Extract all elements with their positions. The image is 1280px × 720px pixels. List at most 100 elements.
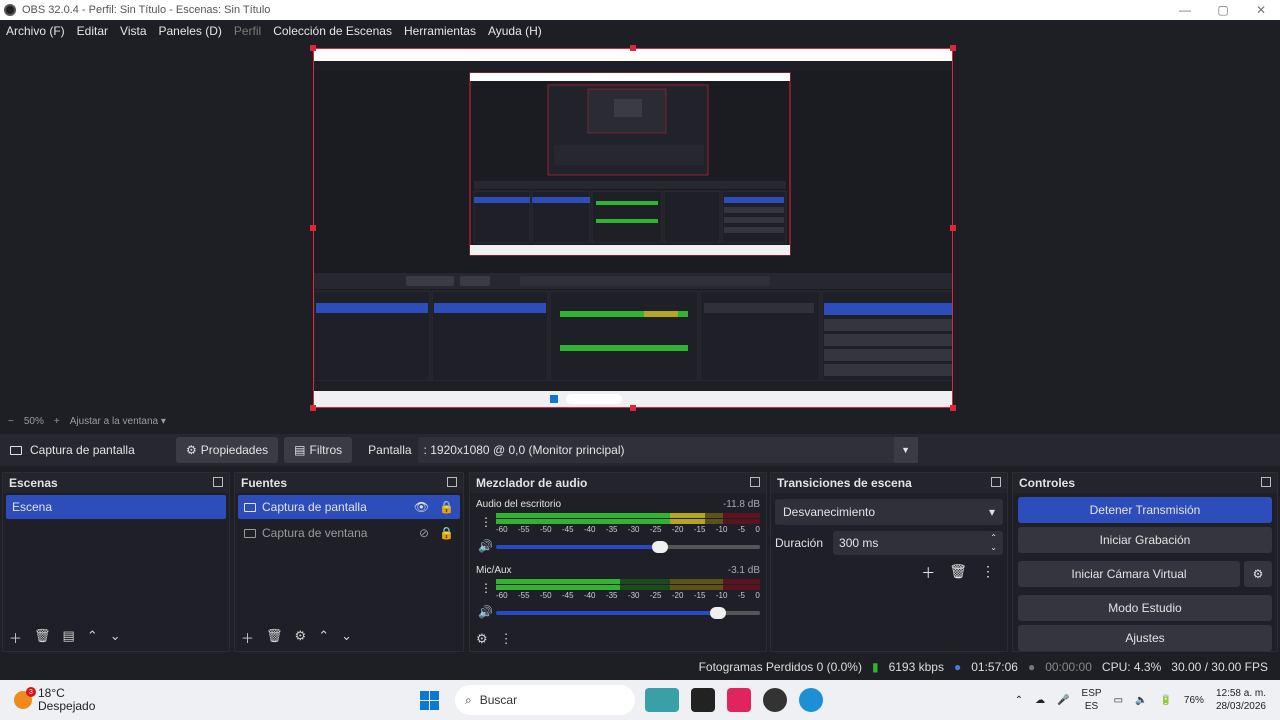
- notification-badge: 3: [26, 687, 36, 697]
- menu-perfil[interactable]: Perfil: [228, 24, 267, 38]
- taskbar-search[interactable]: ⌕ Buscar: [455, 685, 635, 715]
- source-item[interactable]: Captura de pantalla 👁 🔒: [238, 495, 460, 519]
- window-icon: [244, 528, 256, 538]
- network-icon[interactable]: ▭: [1114, 695, 1123, 706]
- gear-icon[interactable]: ⚙: [295, 628, 307, 647]
- zoom-value: 50%: [23, 415, 44, 427]
- source-toolbar: Captura de pantalla ⚙ Propiedades ▤ Filt…: [0, 434, 1280, 466]
- move-down-icon[interactable]: ⌄: [110, 628, 121, 647]
- chevron-up-icon[interactable]: ⌃: [1015, 695, 1023, 706]
- volume-icon[interactable]: 🔈: [1135, 695, 1147, 706]
- more-vertical-icon[interactable]: ⋮: [480, 581, 492, 595]
- stop-stream-button[interactable]: Detener Transmisión: [1018, 497, 1272, 523]
- monitor-icon: [10, 445, 22, 455]
- windows-start-icon[interactable]: [420, 690, 439, 710]
- meter-background-segment: [723, 579, 760, 584]
- zoom-in-button[interactable]: +: [54, 416, 60, 427]
- lock-icon[interactable]: 🔒: [439, 500, 454, 514]
- speaker-icon[interactable]: 🔊: [478, 605, 493, 619]
- widget-app-icon[interactable]: [645, 688, 679, 712]
- menu-archivo[interactable]: Archivo (F): [0, 24, 71, 38]
- popout-icon[interactable]: [213, 477, 223, 487]
- meter-level-segment: [496, 585, 621, 590]
- meter-tick-label: -45: [561, 525, 574, 534]
- popout-icon[interactable]: [750, 477, 760, 487]
- menu-coleccion-escenas[interactable]: Colección de Escenas: [267, 24, 398, 38]
- signal-icon: ▮: [871, 660, 879, 674]
- trash-icon[interactable]: 🗑: [949, 563, 967, 583]
- more-vertical-icon[interactable]: ⋮: [480, 515, 492, 529]
- meter-level-segment: [496, 519, 671, 524]
- file-explorer-icon[interactable]: [691, 688, 715, 712]
- settings-button[interactable]: Ajustes: [1018, 625, 1272, 651]
- move-up-icon[interactable]: ⌃: [87, 628, 98, 647]
- transitions-title: Transiciones de escena: [777, 476, 912, 490]
- meter-tick-label: 0: [755, 591, 760, 600]
- selected-source-name: Captura de pantalla: [30, 443, 135, 457]
- source-item[interactable]: Captura de ventana ⊘ 🔒: [238, 521, 460, 545]
- duration-spinbox[interactable]: 300 ms ⌃ ⌄: [833, 531, 1003, 555]
- minimize-button[interactable]: —: [1166, 3, 1204, 17]
- add-transition-button[interactable]: ＋: [921, 563, 935, 583]
- weather-widget[interactable]: 3 18°C Despejado: [0, 687, 420, 713]
- meter-ticks: -60 -55 -50 -45 -40 -35 -30 -25 -20 -15 -10 -5 0: [496, 591, 760, 600]
- filters-icon[interactable]: ▤: [63, 628, 75, 647]
- speaker-icon[interactable]: 🔊: [478, 539, 493, 553]
- channel-db: -3.1 dB: [727, 565, 760, 576]
- eye-hidden-icon[interactable]: ⊘: [419, 526, 429, 540]
- tiktok-icon[interactable]: [727, 688, 751, 712]
- spin-arrows-icon[interactable]: ⌃ ⌄: [990, 533, 997, 553]
- monitor-icon: [244, 502, 256, 512]
- eye-icon[interactable]: 👁: [414, 500, 429, 514]
- popout-icon[interactable]: [1261, 477, 1271, 487]
- popout-icon[interactable]: [447, 477, 457, 487]
- rec-icon: ●: [1027, 660, 1036, 674]
- obs-taskbar-icon[interactable]: [763, 688, 787, 712]
- scene-item[interactable]: Escena: [6, 495, 226, 519]
- transition-select[interactable]: Desvanecimiento ▾: [775, 499, 1003, 525]
- add-source-button[interactable]: ＋: [241, 628, 254, 647]
- mixer-title: Mezclador de audio: [476, 476, 588, 490]
- menu-editar[interactable]: Editar: [71, 24, 114, 38]
- start-virtual-camera-button[interactable]: Iniciar Cámara Virtual: [1018, 561, 1240, 587]
- fit-window-dropdown[interactable]: Ajustar a la ventana ▾: [70, 416, 166, 427]
- recursive-screen-capture: [314, 49, 952, 407]
- screen-select[interactable]: : 1920x1080 @ 0,0 (Monitor principal) ▼: [417, 437, 918, 463]
- popout-icon[interactable]: [991, 477, 1001, 487]
- move-down-icon[interactable]: ⌄: [341, 628, 352, 647]
- volume-knob[interactable]: [709, 607, 726, 619]
- maximize-button[interactable]: ▢: [1204, 3, 1242, 17]
- clock[interactable]: 12:58 a. m. 28/03/2026: [1216, 687, 1266, 713]
- gear-icon[interactable]: ⚙: [1244, 561, 1272, 587]
- microphone-icon[interactable]: 🎤: [1057, 695, 1069, 706]
- cloud-icon[interactable]: ☁: [1035, 695, 1045, 706]
- more-vertical-icon[interactable]: ⋮: [981, 563, 995, 583]
- menu-vista[interactable]: Vista: [114, 24, 152, 38]
- duration-label: Duración: [775, 536, 824, 550]
- more-vertical-icon[interactable]: ⋮: [500, 631, 513, 647]
- preview-canvas[interactable]: [313, 48, 953, 408]
- studio-mode-button[interactable]: Modo Estudio: [1018, 595, 1272, 621]
- volume-slider[interactable]: [496, 607, 760, 619]
- zoom-out-button[interactable]: −: [8, 416, 14, 427]
- start-recording-button[interactable]: Iniciar Grabación: [1018, 527, 1272, 553]
- lock-icon[interactable]: 🔒: [439, 526, 454, 540]
- properties-button[interactable]: ⚙ Propiedades: [176, 437, 279, 463]
- edge-icon[interactable]: [799, 688, 823, 712]
- close-button[interactable]: ✕: [1242, 3, 1280, 17]
- menu-paneles[interactable]: Paneles (D): [153, 24, 228, 38]
- move-up-icon[interactable]: ⌃: [318, 628, 329, 647]
- bitrate: 6193 kbps: [888, 660, 944, 674]
- trash-icon[interactable]: 🗑: [266, 628, 283, 647]
- menu-herramientas[interactable]: Herramientas: [398, 24, 482, 38]
- battery-icon[interactable]: 🔋: [1159, 695, 1171, 706]
- trash-icon[interactable]: 🗑: [34, 628, 51, 647]
- menu-ayuda[interactable]: Ayuda (H): [482, 24, 548, 38]
- volume-knob[interactable]: [651, 541, 668, 553]
- language-indicator[interactable]: ESP ES: [1082, 687, 1102, 713]
- advanced-audio-icon[interactable]: ⚙: [476, 631, 488, 647]
- meter-tick-label: -55: [517, 525, 530, 534]
- filters-button[interactable]: ▤ Filtros: [284, 437, 353, 463]
- add-scene-button[interactable]: ＋: [9, 628, 22, 647]
- volume-slider[interactable]: [496, 541, 760, 553]
